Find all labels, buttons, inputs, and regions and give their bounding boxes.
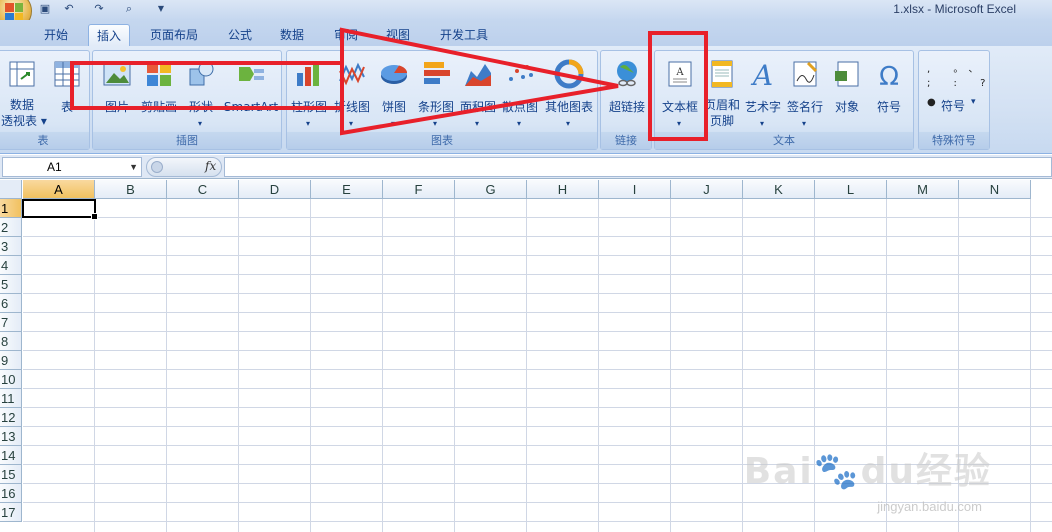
annotation-box-text-box bbox=[648, 31, 708, 141]
baidu-watermark: Bai🐾du经验 bbox=[743, 451, 992, 492]
watermark-url: jingyan.baidu.com bbox=[877, 499, 982, 514]
annotation-box-illustrations bbox=[70, 61, 344, 110]
annotation-arrow bbox=[340, 27, 619, 136]
